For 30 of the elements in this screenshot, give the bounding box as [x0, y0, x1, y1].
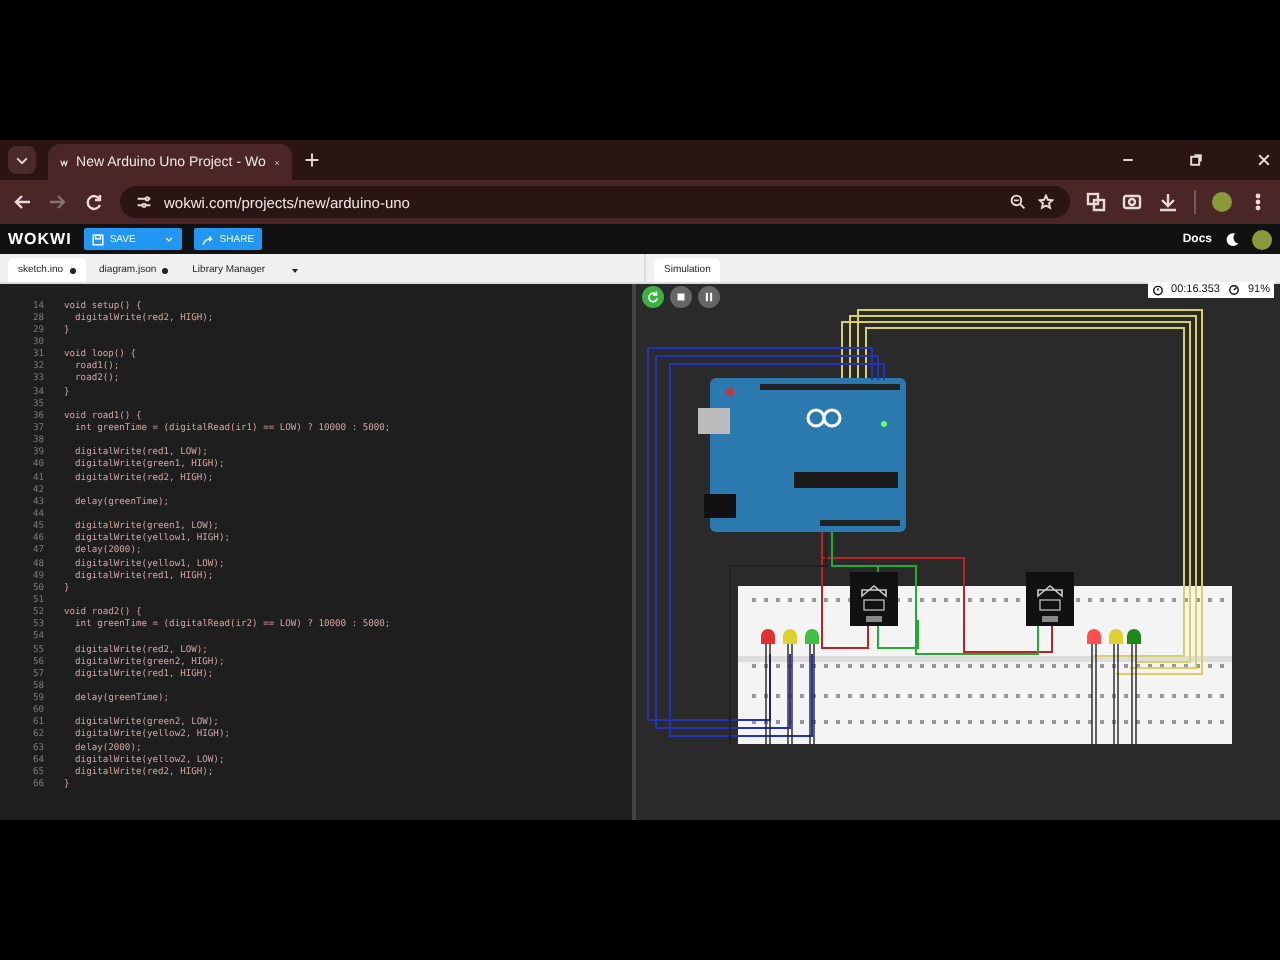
zoom-icon[interactable]	[1010, 194, 1026, 210]
restart-icon	[646, 290, 660, 304]
caret-icon	[163, 234, 174, 244]
download-icon[interactable]	[1158, 192, 1178, 212]
speed-gauge-icon	[1227, 284, 1240, 296]
caret-icon	[289, 265, 300, 275]
tab-search-button[interactable]	[8, 146, 36, 174]
pause-button[interactable]	[698, 286, 720, 308]
close-icon[interactable]	[1256, 152, 1272, 168]
screenshot-icon[interactable]	[1122, 192, 1142, 212]
chevron-down-icon[interactable]	[14, 152, 30, 168]
site-info-icon[interactable]	[136, 194, 152, 210]
star-icon[interactable]	[1038, 194, 1054, 210]
timer-icon	[1151, 284, 1164, 296]
back-icon[interactable]	[12, 192, 32, 212]
floppy-icon	[91, 233, 104, 245]
share-arrow-icon	[201, 233, 214, 245]
restart-button[interactable]	[642, 286, 664, 308]
moon-icon[interactable]	[1224, 231, 1240, 247]
profile-avatar[interactable]	[1212, 192, 1232, 212]
new-tab-icon[interactable]	[304, 152, 320, 168]
forward-icon[interactable]	[48, 192, 68, 212]
reload-icon[interactable]	[84, 192, 104, 212]
translate-icon[interactable]	[1086, 192, 1106, 212]
pause-icon	[702, 290, 716, 304]
stop-icon	[674, 290, 688, 304]
restore-icon[interactable]	[1188, 152, 1204, 168]
user-avatar[interactable]	[1252, 229, 1272, 249]
stop-button[interactable]	[670, 286, 692, 308]
wokwi-logo[interactable]: WOKWI	[8, 230, 72, 248]
